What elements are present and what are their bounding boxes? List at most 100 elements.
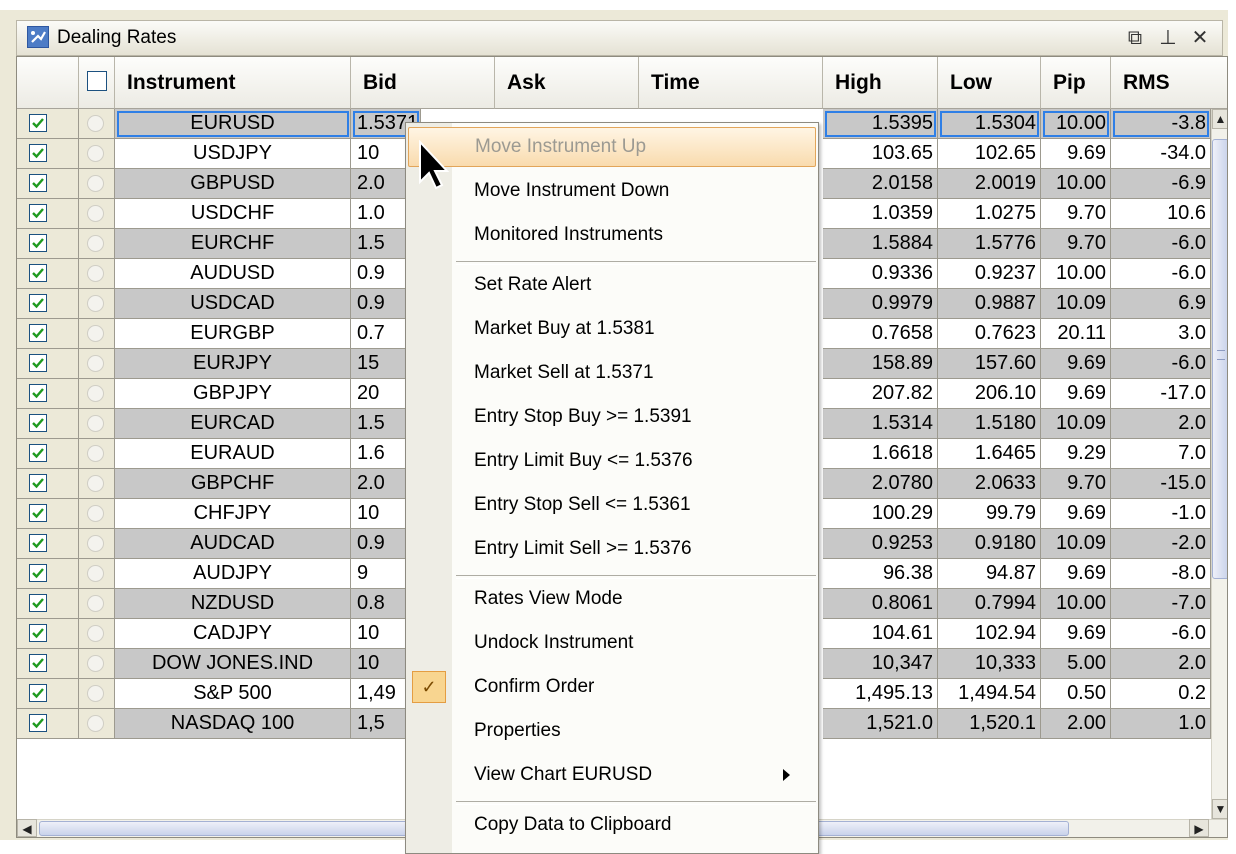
menu-item-undock-instrument[interactable]: Undock Instrument bbox=[408, 623, 816, 663]
row-checkbox[interactable] bbox=[29, 714, 47, 732]
row-radio-cell[interactable] bbox=[79, 439, 115, 469]
menu-item-confirm-order[interactable]: Confirm Order ✓ bbox=[408, 667, 816, 707]
menu-item-rates-view-mode[interactable]: Rates View Mode bbox=[408, 579, 816, 619]
instrument-cell[interactable]: AUDUSD bbox=[115, 259, 351, 289]
row-checkbox-cell[interactable] bbox=[17, 649, 79, 679]
row-radio[interactable] bbox=[87, 385, 104, 402]
row-checkbox-cell[interactable] bbox=[17, 139, 79, 169]
row-radio-cell[interactable] bbox=[79, 679, 115, 709]
header-high[interactable]: High bbox=[823, 57, 938, 109]
row-radio-cell[interactable] bbox=[79, 139, 115, 169]
vertical-scrollbar[interactable]: ▲ ▼ bbox=[1211, 109, 1227, 819]
row-radio-cell[interactable] bbox=[79, 589, 115, 619]
pin-icon[interactable]: ⊥ bbox=[1155, 25, 1181, 51]
float-window-icon[interactable]: ⧉ bbox=[1122, 25, 1148, 51]
row-radio-cell[interactable] bbox=[79, 169, 115, 199]
row-checkbox[interactable] bbox=[29, 474, 47, 492]
row-radio[interactable] bbox=[87, 415, 104, 432]
scroll-down-icon[interactable]: ▼ bbox=[1212, 799, 1227, 819]
row-checkbox-cell[interactable] bbox=[17, 349, 79, 379]
menu-item-monitored-instruments[interactable]: Monitored Instruments bbox=[408, 215, 816, 255]
row-radio[interactable] bbox=[87, 265, 104, 282]
row-radio-cell[interactable] bbox=[79, 349, 115, 379]
instrument-cell[interactable]: EURCHF bbox=[115, 229, 351, 259]
row-radio-cell[interactable] bbox=[79, 619, 115, 649]
menu-item-copy-data-to-clipboard[interactable]: Copy Data to Clipboard bbox=[408, 805, 816, 845]
row-radio[interactable] bbox=[87, 625, 104, 642]
scroll-left-icon[interactable]: ◀ bbox=[17, 819, 37, 837]
row-checkbox-cell[interactable] bbox=[17, 619, 79, 649]
row-checkbox-cell[interactable] bbox=[17, 529, 79, 559]
menu-item-entry-stop-sell-1-5361[interactable]: Entry Stop Sell <= 1.5361 bbox=[408, 485, 816, 525]
instrument-cell[interactable]: S&P 500 bbox=[115, 679, 351, 709]
row-checkbox[interactable] bbox=[29, 114, 47, 132]
menu-item-entry-limit-buy-1-5376[interactable]: Entry Limit Buy <= 1.5376 bbox=[408, 441, 816, 481]
instrument-cell[interactable]: NZDUSD bbox=[115, 589, 351, 619]
row-radio-cell[interactable] bbox=[79, 529, 115, 559]
row-checkbox[interactable] bbox=[29, 174, 47, 192]
row-checkbox-cell[interactable] bbox=[17, 589, 79, 619]
row-checkbox[interactable] bbox=[29, 324, 47, 342]
menu-item-set-rate-alert[interactable]: Set Rate Alert bbox=[408, 265, 816, 305]
scroll-right-icon[interactable]: ▶ bbox=[1189, 819, 1209, 837]
row-radio[interactable] bbox=[87, 565, 104, 582]
row-radio-cell[interactable] bbox=[79, 649, 115, 679]
header-pip[interactable]: Pip bbox=[1041, 57, 1111, 109]
row-checkbox-cell[interactable] bbox=[17, 409, 79, 439]
instrument-cell[interactable]: CADJPY bbox=[115, 619, 351, 649]
instrument-cell[interactable]: AUDJPY bbox=[115, 559, 351, 589]
row-radio[interactable] bbox=[87, 475, 104, 492]
row-radio-cell[interactable] bbox=[79, 709, 115, 739]
row-radio[interactable] bbox=[87, 235, 104, 252]
row-checkbox[interactable] bbox=[29, 654, 47, 672]
header-low[interactable]: Low bbox=[938, 57, 1041, 109]
row-radio-cell[interactable] bbox=[79, 379, 115, 409]
row-checkbox-cell[interactable] bbox=[17, 109, 79, 139]
instrument-cell[interactable]: NASDAQ 100 bbox=[115, 709, 351, 739]
row-checkbox[interactable] bbox=[29, 504, 47, 522]
instrument-cell[interactable]: GBPUSD bbox=[115, 169, 351, 199]
instrument-cell[interactable]: CHFJPY bbox=[115, 499, 351, 529]
close-icon[interactable]: ✕ bbox=[1187, 25, 1213, 51]
row-radio[interactable] bbox=[87, 505, 104, 522]
row-checkbox[interactable] bbox=[29, 684, 47, 702]
row-radio-cell[interactable] bbox=[79, 289, 115, 319]
row-checkbox-cell[interactable] bbox=[17, 709, 79, 739]
row-radio-cell[interactable] bbox=[79, 469, 115, 499]
header-select-all[interactable] bbox=[79, 57, 115, 109]
row-radio[interactable] bbox=[87, 685, 104, 702]
instrument-cell[interactable]: USDCHF bbox=[115, 199, 351, 229]
row-checkbox[interactable] bbox=[29, 204, 47, 222]
row-radio[interactable] bbox=[87, 715, 104, 732]
row-checkbox-cell[interactable] bbox=[17, 229, 79, 259]
row-checkbox-cell[interactable] bbox=[17, 559, 79, 589]
row-checkbox-cell[interactable] bbox=[17, 679, 79, 709]
vertical-scroll-thumb[interactable] bbox=[1212, 139, 1227, 579]
header-time[interactable]: Time bbox=[639, 57, 823, 109]
menu-item-move-instrument-down[interactable]: Move Instrument Down bbox=[408, 171, 816, 211]
instrument-cell[interactable]: EURAUD bbox=[115, 439, 351, 469]
row-radio-cell[interactable] bbox=[79, 259, 115, 289]
header-rvs[interactable]: RMS bbox=[1111, 57, 1227, 109]
instrument-cell[interactable]: DOW JONES.IND bbox=[115, 649, 351, 679]
row-radio[interactable] bbox=[87, 175, 104, 192]
row-checkbox[interactable] bbox=[29, 414, 47, 432]
menu-item-market-buy-at-1-5381[interactable]: Market Buy at 1.5381 bbox=[408, 309, 816, 349]
scroll-up-icon[interactable]: ▲ bbox=[1212, 109, 1227, 129]
row-checkbox-cell[interactable] bbox=[17, 289, 79, 319]
menu-item-entry-limit-sell-1-5376[interactable]: Entry Limit Sell >= 1.5376 bbox=[408, 529, 816, 569]
instrument-cell[interactable]: AUDCAD bbox=[115, 529, 351, 559]
row-radio[interactable] bbox=[87, 115, 104, 132]
instrument-cell[interactable]: GBPJPY bbox=[115, 379, 351, 409]
row-radio-cell[interactable] bbox=[79, 109, 115, 139]
row-radio[interactable] bbox=[87, 205, 104, 222]
row-checkbox[interactable] bbox=[29, 144, 47, 162]
instrument-cell[interactable]: USDJPY bbox=[115, 139, 351, 169]
row-radio[interactable] bbox=[87, 535, 104, 552]
title-bar[interactable]: Dealing Rates ⧉ ⊥ ✕ bbox=[16, 20, 1223, 56]
row-checkbox[interactable] bbox=[29, 444, 47, 462]
row-checkbox[interactable] bbox=[29, 624, 47, 642]
row-checkbox-cell[interactable] bbox=[17, 169, 79, 199]
instrument-cell[interactable]: EURJPY bbox=[115, 349, 351, 379]
row-radio-cell[interactable] bbox=[79, 559, 115, 589]
